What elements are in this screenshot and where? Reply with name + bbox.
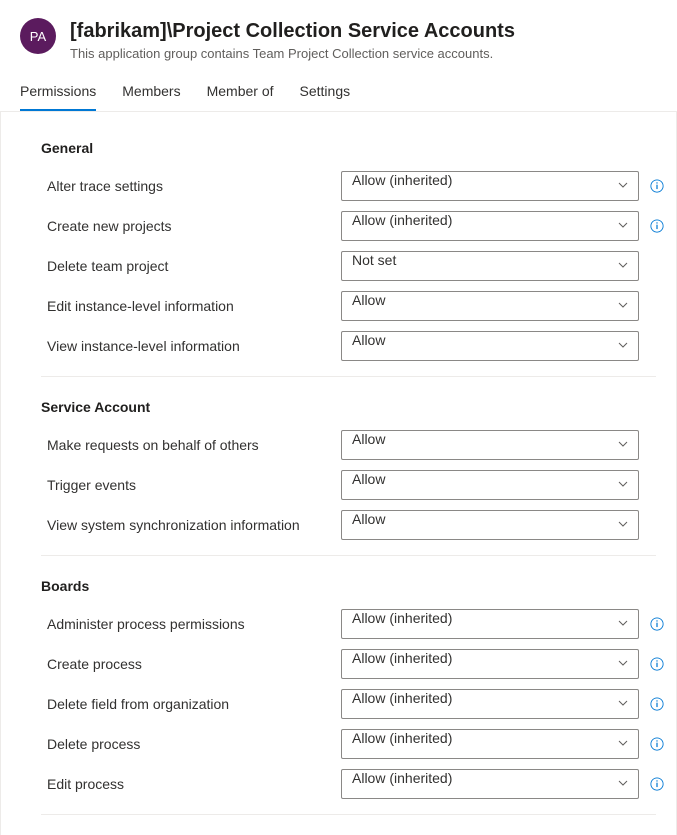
- page-title: [fabrikam]\Project Collection Service Ac…: [70, 18, 657, 44]
- permission-select[interactable]: Allow (inherited): [341, 171, 639, 201]
- permission-label: Create new projects: [41, 218, 331, 234]
- info-icon[interactable]: [649, 776, 665, 792]
- info-icon[interactable]: [649, 178, 665, 194]
- permission-select[interactable]: Allow: [341, 430, 639, 460]
- permission-select[interactable]: Allow (inherited): [341, 769, 639, 799]
- permission-select[interactable]: Allow: [341, 291, 639, 321]
- info-icon[interactable]: [649, 218, 665, 234]
- permission-row: Trigger events Allow: [41, 465, 656, 505]
- section-title: Boards: [41, 578, 656, 594]
- divider: [41, 376, 656, 377]
- permission-label: Delete process: [41, 736, 331, 752]
- permission-label: Delete field from organization: [41, 696, 331, 712]
- permission-label: Create process: [41, 656, 331, 672]
- avatar-initials: PA: [30, 29, 46, 44]
- tab-member-of[interactable]: Member of: [207, 83, 274, 111]
- divider: [41, 814, 656, 815]
- divider: [41, 555, 656, 556]
- permission-select[interactable]: Allow: [341, 470, 639, 500]
- permission-row: Edit instance-level information Allow: [41, 286, 656, 326]
- tab-permissions[interactable]: Permissions: [20, 83, 96, 111]
- tab-settings[interactable]: Settings: [300, 83, 351, 111]
- permission-row: Alter trace settings Allow (inherited): [41, 166, 656, 206]
- permission-row: Make requests on behalf of others Allow: [41, 425, 656, 465]
- permission-select[interactable]: Allow (inherited): [341, 609, 639, 639]
- permission-label: View system synchronization information: [41, 517, 331, 533]
- permission-row: Create process Allow (inherited): [41, 644, 656, 684]
- avatar: PA: [20, 18, 56, 54]
- permission-label: Alter trace settings: [41, 178, 331, 194]
- section-title: General: [41, 140, 656, 156]
- permission-row: Edit process Allow (inherited): [41, 764, 656, 804]
- permission-label: Make requests on behalf of others: [41, 437, 331, 453]
- permission-select[interactable]: Allow (inherited): [341, 729, 639, 759]
- page-subtitle: This application group contains Team Pro…: [70, 46, 657, 61]
- permission-row: Administer process permissions Allow (inh…: [41, 604, 656, 644]
- permission-label: View instance-level information: [41, 338, 331, 354]
- tab-members[interactable]: Members: [122, 83, 180, 111]
- permission-select[interactable]: Not set: [341, 251, 639, 281]
- permission-label: Delete team project: [41, 258, 331, 274]
- permission-row: View instance-level information Allow: [41, 326, 656, 366]
- info-icon[interactable]: [649, 696, 665, 712]
- section-title: Service Account: [41, 399, 656, 415]
- permission-select[interactable]: Allow (inherited): [341, 649, 639, 679]
- permission-row: View system synchronization information A…: [41, 505, 656, 545]
- permission-row: Create new projects Allow (inherited): [41, 206, 656, 246]
- permission-label: Edit process: [41, 776, 331, 792]
- permission-select[interactable]: Allow: [341, 510, 639, 540]
- permission-label: Edit instance-level information: [41, 298, 331, 314]
- permission-row: Delete field from organization Allow (inh…: [41, 684, 656, 724]
- info-icon[interactable]: [649, 656, 665, 672]
- info-icon[interactable]: [649, 736, 665, 752]
- tab-bar: Permissions Members Member of Settings: [0, 69, 677, 112]
- permission-label: Administer process permissions: [41, 616, 331, 632]
- permission-row: Delete team project Not set: [41, 246, 656, 286]
- permission-select[interactable]: Allow: [341, 331, 639, 361]
- permission-label: Trigger events: [41, 477, 331, 493]
- permission-select[interactable]: Allow (inherited): [341, 689, 639, 719]
- permission-select[interactable]: Allow (inherited): [341, 211, 639, 241]
- info-icon[interactable]: [649, 616, 665, 632]
- permission-row: Delete process Allow (inherited): [41, 724, 656, 764]
